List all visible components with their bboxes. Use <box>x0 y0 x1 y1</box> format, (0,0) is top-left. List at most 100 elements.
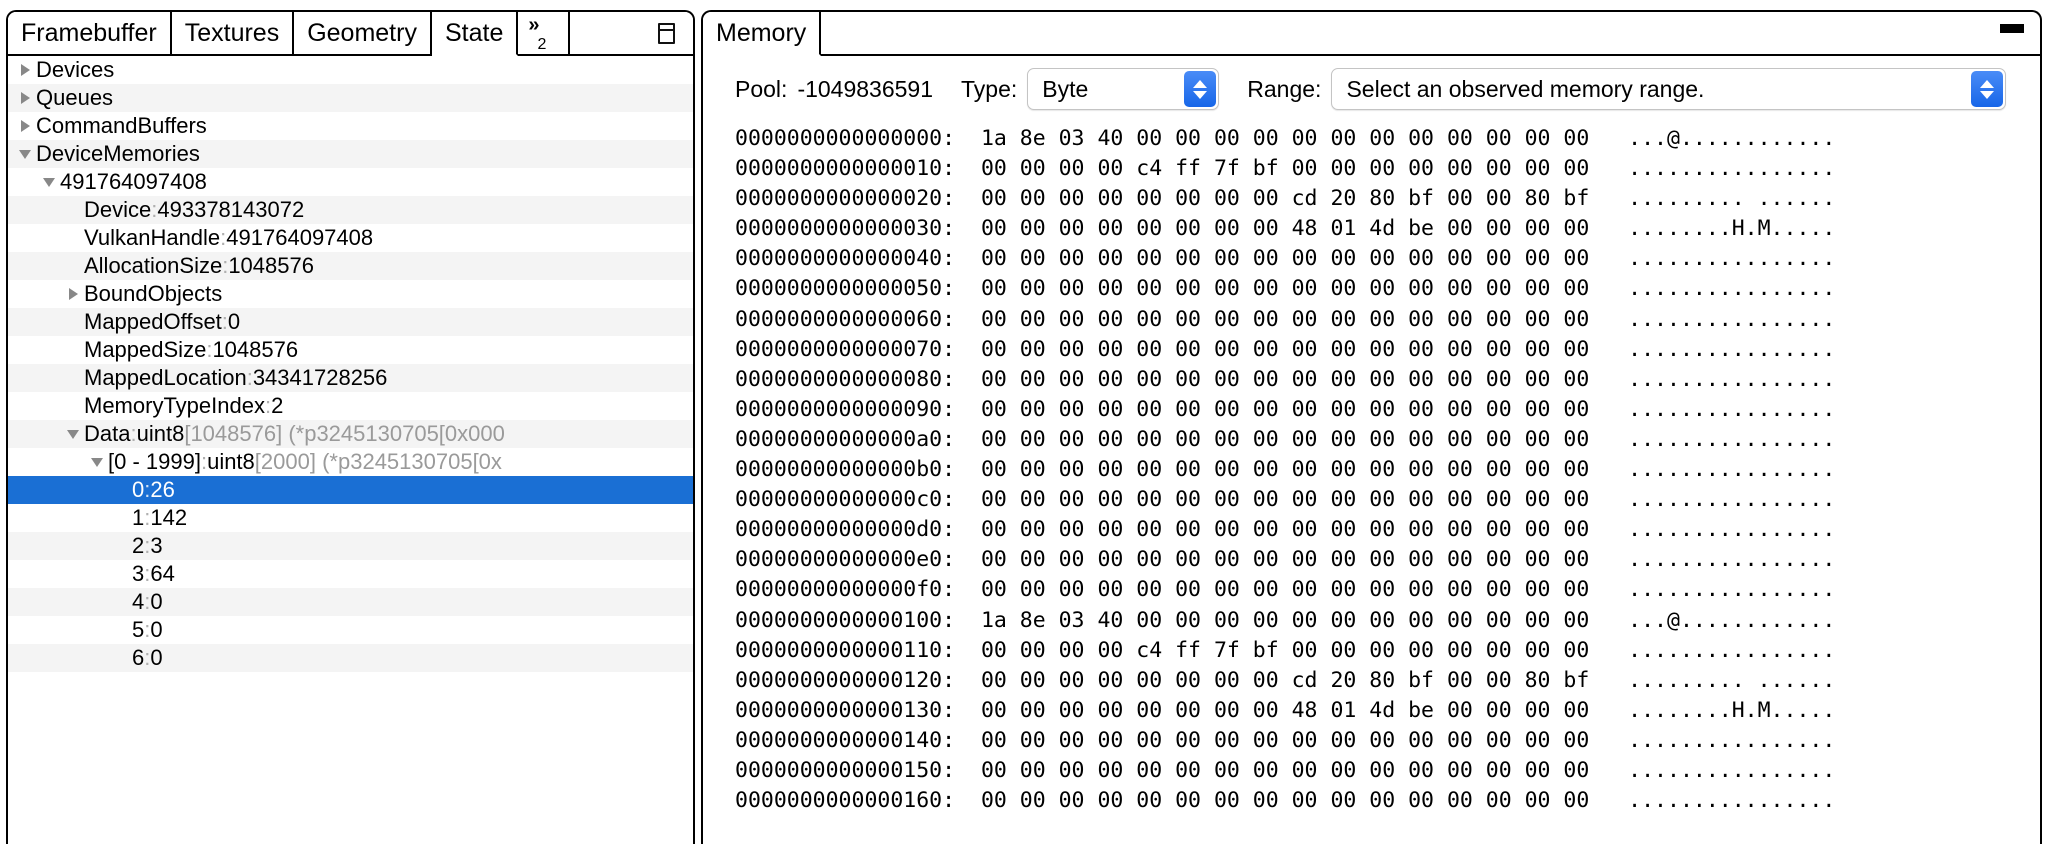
tab-label: State <box>444 18 504 47</box>
type-select[interactable]: Byte <box>1027 68 1220 110</box>
hexdump-address: 0000000000000070: <box>735 336 956 362</box>
tree-row-label: AllocationSize <box>84 253 223 278</box>
range-label: Range: <box>1247 75 1322 102</box>
hexdump-address: 0000000000000000: <box>735 126 956 151</box>
hexdump-bytes: 00 00 00 00 00 00 00 00 48 01 4d be 00 0… <box>980 216 1590 242</box>
range-select[interactable]: Select an observed memory range. <box>1331 68 2006 110</box>
hexdump-line: 00000000000000c0: 00 00 00 00 00 00 00 0… <box>735 485 2040 515</box>
hexdump-line: 00000000000000b0: 00 00 00 00 00 00 00 0… <box>735 455 2040 485</box>
tree-row[interactable]: Queues <box>8 84 693 112</box>
tree-row[interactable]: 1: 142 <box>8 504 693 532</box>
tree-row-value: 0 <box>150 589 163 614</box>
minimize-icon[interactable] <box>2000 24 2024 33</box>
triangle-right-icon[interactable] <box>16 92 34 104</box>
tree-row[interactable]: Data: uint8[1048576] (*p3245130705[0x000 <box>8 420 693 448</box>
tree-row[interactable]: 491764097408 <box>8 168 693 196</box>
tree-row-label: Device <box>84 197 152 222</box>
triangle-right-icon[interactable] <box>16 64 34 76</box>
tree-row[interactable]: 0: 26 <box>8 476 693 504</box>
hexdump-bytes: 00 00 00 00 00 00 00 00 00 00 00 00 00 0… <box>980 396 1590 422</box>
triangle-down-icon[interactable] <box>64 429 82 439</box>
hexdump-bytes: 00 00 00 00 00 00 00 00 00 00 00 00 00 0… <box>980 547 1590 573</box>
tree-row[interactable]: Device: 493378143072 <box>8 196 693 224</box>
tab-label: Textures <box>184 18 280 47</box>
tree-row[interactable]: Devices <box>8 56 693 84</box>
hexdump-ascii: ......... ...... <box>1628 186 1836 212</box>
tab-overflow-button[interactable]: » 2 <box>518 12 571 54</box>
state-tree[interactable]: Devices Queues CommandBuffers DeviceMemorie… <box>8 56 693 844</box>
tab-textures[interactable]: Textures <box>171 12 295 54</box>
triangle-right-icon[interactable] <box>64 288 82 300</box>
tree-row-label: VulkanHandle <box>84 225 221 250</box>
state-panel: Framebuffer Textures Geometry State » 2 Dev… <box>6 10 695 844</box>
tree-row[interactable]: DeviceMemories <box>8 140 693 168</box>
tree-row-label: 1 <box>132 505 145 530</box>
tree-row[interactable]: 5: 0 <box>8 616 693 644</box>
tree-row-value: 34341728256 <box>252 365 388 390</box>
tab-framebuffer[interactable]: Framebuffer <box>8 12 172 54</box>
hexdump-bytes: 00 00 00 00 00 00 00 00 00 00 00 00 00 0… <box>980 757 1590 783</box>
hexdump-address: 00000000000000d0: <box>735 517 956 543</box>
type-select-stepper-icon[interactable] <box>1184 71 1217 107</box>
tree-row[interactable]: MappedOffset: 0 <box>8 308 693 336</box>
tree-row[interactable]: MappedSize: 1048576 <box>8 336 693 364</box>
hexdump-ascii: ................ <box>1628 757 1836 783</box>
hexdump-ascii: ................ <box>1628 336 1836 362</box>
hexdump-bytes: 00 00 00 00 00 00 00 00 00 00 00 00 00 0… <box>980 457 1590 483</box>
tree-row[interactable]: VulkanHandle: 491764097408 <box>8 224 693 252</box>
hexdump-address: 00000000000000c0: <box>735 487 956 513</box>
type-label: Type: <box>961 75 1018 102</box>
tree-row-label: MappedOffset <box>84 309 222 334</box>
hexdump-bytes: 00 00 00 00 00 00 00 00 00 00 00 00 00 0… <box>980 727 1590 753</box>
tree-row[interactable]: CommandBuffers <box>8 112 693 140</box>
range-select-stepper-icon[interactable] <box>1971 71 2003 107</box>
tree-row[interactable]: MappedLocation: 34341728256 <box>8 364 693 392</box>
hexdump-bytes: 00 00 00 00 00 00 00 00 00 00 00 00 00 0… <box>980 366 1590 392</box>
tree-row[interactable]: 6: 0 <box>8 644 693 672</box>
hexdump-line: 00000000000000f0: 00 00 00 00 00 00 00 0… <box>735 575 2040 605</box>
triangle-down-icon[interactable] <box>40 177 58 187</box>
tree-row-value: 64 <box>150 561 175 586</box>
hexdump-line: 0000000000000160: 00 00 00 00 00 00 00 0… <box>735 786 2040 816</box>
tree-row-label: Queues <box>36 85 114 110</box>
tree-row[interactable]: [0 - 1999]: uint8[2000] (*p3245130705[0x <box>8 448 693 476</box>
tree-row-value: 26 <box>150 477 175 502</box>
tree-row[interactable]: BoundObjects <box>8 280 693 308</box>
tree-row-label: 6 <box>132 645 145 670</box>
tab-geometry[interactable]: Geometry <box>294 12 432 54</box>
hexdump-address: 0000000000000050: <box>735 276 956 302</box>
tab-label: Memory <box>716 18 807 47</box>
tree-row-value: 0 <box>150 645 163 670</box>
hexdump-bytes: 00 00 00 00 00 00 00 00 00 00 00 00 00 0… <box>980 276 1590 302</box>
tab-state[interactable]: State <box>431 12 519 56</box>
triangle-right-icon[interactable] <box>16 120 34 132</box>
left-tabbar-spacer <box>570 12 639 54</box>
tab-label: Framebuffer <box>21 18 157 47</box>
hexdump-line: 0000000000000060: 00 00 00 00 00 00 00 0… <box>735 305 2040 335</box>
hexdump-bytes: 00 00 00 00 00 00 00 00 cd 20 80 bf 00 0… <box>980 667 1590 693</box>
tree-row-label: Data <box>84 421 131 446</box>
memtab-memory[interactable]: Memory <box>703 12 822 56</box>
hexdump-line: 0000000000000090: 00 00 00 00 00 00 00 0… <box>735 395 2040 425</box>
hexdump-address: 0000000000000160: <box>735 788 956 814</box>
tree-row[interactable]: 2: 3 <box>8 532 693 560</box>
tab-overflow-count: 2 <box>537 36 547 53</box>
hexdump-address: 0000000000000030: <box>735 216 956 242</box>
hexdump-address: 0000000000000130: <box>735 697 956 723</box>
hexdump-ascii: ................ <box>1628 727 1836 753</box>
hexdump-address: 0000000000000150: <box>735 757 956 783</box>
tree-row[interactable]: 4: 0 <box>8 588 693 616</box>
triangle-down-icon[interactable] <box>88 457 106 467</box>
memory-controls: Pool: -1049836591 Type: Byte Range: Sele… <box>703 56 2040 122</box>
hexdump-address: 00000000000000a0: <box>735 426 956 452</box>
panel-list-button[interactable] <box>639 12 693 54</box>
tree-row-value: 0 <box>227 309 241 334</box>
triangle-down-icon[interactable] <box>16 149 34 159</box>
tree-row[interactable]: 3: 64 <box>8 560 693 588</box>
hexdump-ascii: ................ <box>1628 276 1836 302</box>
hexdump-line: 0000000000000080: 00 00 00 00 00 00 00 0… <box>735 365 2040 395</box>
hexdump-bytes: 00 00 00 00 00 00 00 00 00 00 00 00 00 0… <box>980 577 1590 603</box>
tree-row-label: 4 <box>132 589 145 614</box>
tree-row[interactable]: MemoryTypeIndex: 2 <box>8 392 693 420</box>
tree-row[interactable]: AllocationSize: 1048576 <box>8 252 693 280</box>
